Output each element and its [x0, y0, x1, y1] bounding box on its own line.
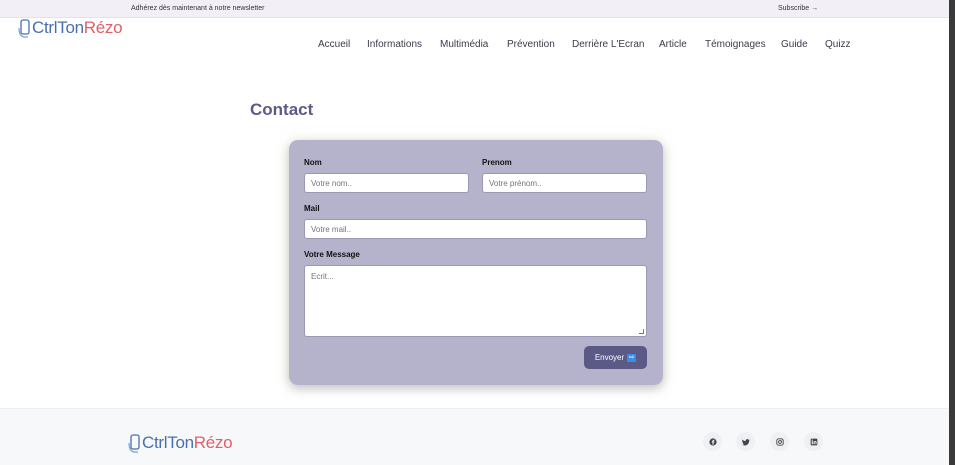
window-edge	[949, 0, 955, 465]
envoyer-label: Envoyer	[594, 353, 625, 362]
newsletter-bar: Adhérez dès maintenant à notre newslette…	[0, 0, 949, 18]
nav-item-accueil[interactable]: Accueil	[318, 39, 367, 50]
logo-text-part1: CtrlTon	[32, 18, 84, 37]
message-textarea[interactable]	[304, 265, 647, 337]
arrow-right-icon: ⇨	[627, 353, 637, 362]
logo-text-part2: Rézo	[193, 433, 233, 452]
nom-label: Nom	[304, 158, 322, 167]
mail-input[interactable]	[304, 219, 647, 239]
twitter-icon[interactable]	[736, 432, 755, 451]
message-label: Votre Message	[304, 250, 360, 259]
arrow-right-icon: →	[811, 5, 819, 12]
contact-form: Nom Prenom Mail Votre Message Envoyer ⇨	[289, 140, 663, 385]
prenom-input[interactable]	[482, 173, 647, 193]
subscribe-label: Subscribe	[778, 5, 810, 12]
nav-item-informations[interactable]: Informations	[367, 39, 440, 50]
linkedin-icon[interactable]	[804, 432, 823, 451]
logo-hand-icon	[128, 433, 142, 453]
nav-item-multimedia[interactable]: Multimédia	[440, 39, 507, 50]
nav-item-prevention[interactable]: Prévention	[507, 39, 572, 50]
newsletter-text: Adhérez dès maintenant à notre newslette…	[131, 5, 265, 12]
page-title: Contact	[250, 100, 314, 119]
footer-logo[interactable]: CtrlTonRézo	[128, 433, 233, 453]
site-logo[interactable]: CtrlTonRézo	[18, 18, 123, 38]
nav-item-article[interactable]: Article	[659, 39, 705, 50]
site-header: Accueil Informations Multimédia Préventi…	[0, 19, 949, 71]
logo-text-part1: CtrlTon	[142, 433, 194, 452]
logo-text-part2: Rézo	[83, 18, 123, 37]
envoyer-button[interactable]: Envoyer ⇨	[584, 346, 647, 369]
nav-item-quizz[interactable]: Quizz	[825, 39, 851, 50]
instagram-icon[interactable]	[770, 432, 789, 451]
prenom-label: Prenom	[482, 158, 512, 167]
mail-label: Mail	[304, 204, 320, 213]
nav-item-guide[interactable]: Guide	[781, 39, 825, 50]
main-nav: Accueil Informations Multimédia Préventi…	[318, 39, 851, 50]
logo-hand-icon	[18, 18, 32, 38]
resize-handle-icon[interactable]	[639, 329, 644, 334]
nom-input[interactable]	[304, 173, 469, 193]
subscribe-link[interactable]: Subscribe →	[778, 5, 818, 12]
facebook-icon[interactable]	[703, 432, 722, 451]
page: Adhérez dès maintenant à notre newslette…	[0, 0, 955, 465]
nav-item-temoignages[interactable]: Témoignages	[705, 39, 781, 50]
nav-item-derriere-l-ecran[interactable]: Derrière L'Ecran	[572, 39, 659, 50]
